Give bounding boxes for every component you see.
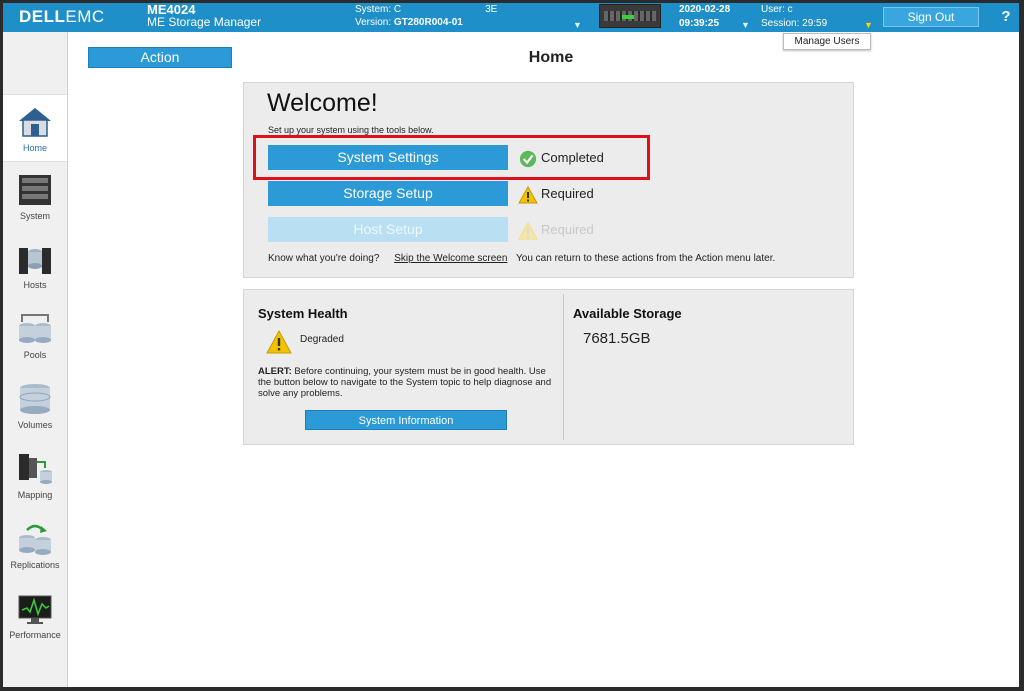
storage-setup-button[interactable]: Storage Setup — [268, 181, 508, 206]
mapping-icon — [19, 454, 52, 484]
system-name-suffix: 3E — [485, 4, 498, 15]
top-header: DELLEMC ME4024 ME Storage Manager System… — [3, 3, 1019, 32]
host-setup-status: Required — [518, 219, 594, 241]
welcome-panel: Welcome! Set up your system using the to… — [243, 82, 854, 278]
sidebar-label-mapping: Mapping — [17, 490, 53, 500]
time-value: 09:39:25 — [679, 18, 720, 29]
system-health-panel: System Health Degraded ALERT: Before con… — [243, 289, 854, 445]
manage-users-tooltip[interactable]: Manage Users — [783, 33, 871, 50]
available-storage-value: 7681.5GB — [583, 330, 651, 347]
degraded-warning-icon — [266, 330, 292, 354]
panel-divider — [563, 294, 564, 440]
performance-icon — [18, 595, 52, 624]
system-information-button[interactable]: System Information — [305, 410, 507, 430]
user-value: User: c — [761, 4, 793, 15]
sidebar-item-system[interactable]: System — [3, 163, 67, 231]
sidebar-label-replications: Replications — [10, 560, 60, 570]
version-value: GT280R004-01 — [393, 17, 463, 28]
sidebar-item-pools[interactable]: Pools — [3, 302, 67, 370]
highlight-annotation — [253, 135, 650, 180]
warning-icon-disabled — [518, 221, 538, 240]
sidebar-label-pools: Pools — [23, 350, 47, 360]
footer-prefix: Know what you're doing? — [268, 253, 380, 264]
sidebar-item-hosts[interactable]: Hosts — [3, 232, 67, 300]
footer-suffix: You can return to these actions from the… — [516, 253, 776, 264]
action-menu-button[interactable]: Action — [88, 47, 232, 68]
product-info: ME4024 ME Storage Manager — [147, 3, 261, 29]
system-info: System: C 3E Version: GT280R004-01 — [355, 3, 497, 29]
alert-text: Before continuing, your system must be i… — [258, 366, 552, 399]
user-menu-arrow-icon[interactable]: ▼ — [864, 20, 873, 30]
datetime-arrow-icon[interactable]: ▼ — [741, 20, 750, 30]
system-name: System: C — [355, 4, 402, 15]
health-state: Degraded — [300, 334, 344, 345]
warning-icon — [518, 185, 538, 204]
system-health-title: System Health — [258, 306, 348, 321]
sidebar-label-volumes: Volumes — [17, 420, 53, 430]
sidebar: Home System Hosts Pools Volumes Mapping … — [3, 32, 68, 687]
dell-emc-logo: DELLEMC — [19, 7, 105, 26]
enclosure-icon[interactable] — [599, 4, 661, 28]
host-setup-status-text: Required — [541, 222, 594, 237]
date-time: 2020-02-28 09:39:25 — [679, 3, 730, 31]
hosts-icon — [19, 248, 51, 274]
sidebar-item-home[interactable]: Home — [3, 94, 67, 162]
date-value: 2020-02-28 — [679, 4, 731, 15]
sidebar-label-home: Home — [22, 143, 47, 153]
help-icon[interactable]: ? — [993, 5, 1019, 29]
skip-welcome-link[interactable]: Skip the Welcome screen — [394, 253, 507, 264]
sidebar-item-mapping[interactable]: Mapping — [3, 442, 67, 510]
storage-setup-status: Required — [518, 183, 594, 205]
home-icon — [19, 108, 51, 137]
replications-icon — [19, 524, 51, 555]
sidebar-item-performance[interactable]: Performance — [3, 582, 67, 650]
welcome-subtitle: Set up your system using the tools below… — [268, 125, 434, 135]
version-label: Version: — [355, 17, 392, 28]
sign-out-button[interactable]: Sign Out — [883, 7, 979, 27]
available-storage-title: Available Storage — [573, 306, 682, 321]
product-name: ME Storage Manager — [147, 15, 262, 29]
sidebar-item-volumes[interactable]: Volumes — [3, 372, 67, 440]
session-value: Session: 29:59 — [761, 18, 828, 29]
welcome-title: Welcome! — [267, 89, 378, 117]
host-setup-button[interactable]: Host Setup — [268, 217, 508, 242]
storage-setup-status-text: Required — [541, 186, 594, 201]
volumes-icon — [19, 384, 51, 414]
sidebar-label-system: System — [19, 211, 50, 221]
app-window: DELLEMC ME4024 ME Storage Manager System… — [3, 3, 1019, 687]
sidebar-label-hosts: Hosts — [23, 280, 47, 290]
page-title: Home — [528, 49, 574, 66]
user-info: User: c Session: 29:59 — [761, 3, 827, 31]
alert-label: ALERT: — [258, 366, 292, 377]
sidebar-label-performance: Performance — [9, 630, 61, 640]
pools-icon — [19, 314, 51, 343]
system-icon — [19, 175, 51, 205]
system-details-arrow-icon[interactable]: ▼ — [573, 20, 582, 30]
sidebar-item-replications[interactable]: Replications — [3, 512, 67, 580]
health-alert: ALERT: Before continuing, your system mu… — [258, 366, 558, 399]
welcome-footer: Know what you're doing? Skip the Welcome… — [268, 253, 775, 264]
